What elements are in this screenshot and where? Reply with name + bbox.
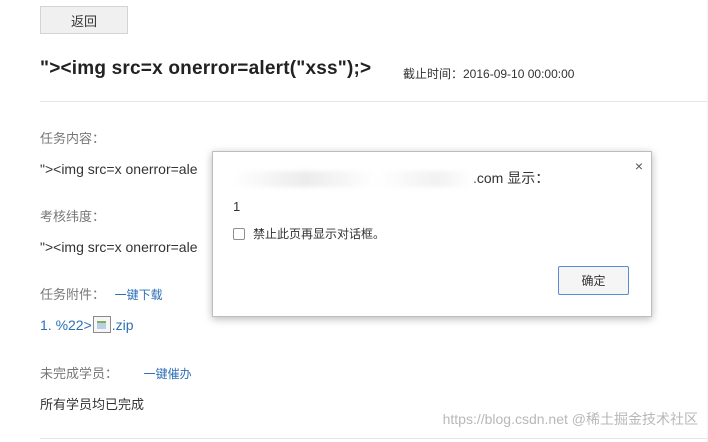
dialog-title: .com 显示： [233,168,549,188]
back-button[interactable]: 返回 [40,6,128,34]
attachments-label: 任务附件： 一键下载 [40,284,163,303]
attachment-file-prefix: 1. %22> [40,316,92,333]
suppress-dialogs-label: 禁止此页再显示对话框。 [253,227,386,241]
deadline-text: 截止时间：2016-09-10 00:00:00 [403,67,575,81]
download-all-link[interactable]: 一键下载 [115,288,163,302]
alert-dialog: .com 显示： × 1 禁止此页再显示对话框。 确定 [212,151,652,317]
suppress-dialogs-checkbox[interactable] [233,227,245,240]
broken-image-icon [92,316,111,333]
attachments-label-text: 任务附件： [40,287,106,302]
blurred-domain [233,171,473,188]
assessment-label: 考核纬度： [40,209,106,224]
incomplete-label: 未完成学员： 一键催办 [40,363,192,382]
suppress-dialogs-option[interactable]: 禁止此页再显示对话框。 [233,225,385,242]
dialog-title-suffix: .com 显示： [473,170,550,186]
attachment-file-suffix: .zip [111,316,134,333]
completion-status: 所有学员均已完成 [40,397,145,412]
attachment-file-link[interactable]: 1. %22> .zip [40,316,134,333]
incomplete-label-text: 未完成学员： [40,366,119,381]
bottom-divider [40,438,708,439]
assessment-value: "><img src=x onerror=ale [40,239,198,255]
page-title: "><img src=x onerror=alert("xss");> [40,58,372,79]
ok-button[interactable]: 确定 [558,266,629,295]
urge-all-link[interactable]: 一键催办 [144,367,192,381]
close-icon[interactable]: × [635,158,643,174]
watermark: https://blog.csdn.net @稀土掘金技术社区 [442,411,698,427]
dialog-message: 1 [233,199,241,214]
divider [40,101,708,102]
task-content-label: 任务内容： [40,131,106,146]
task-content-value: "><img src=x onerror=ale [40,161,198,177]
